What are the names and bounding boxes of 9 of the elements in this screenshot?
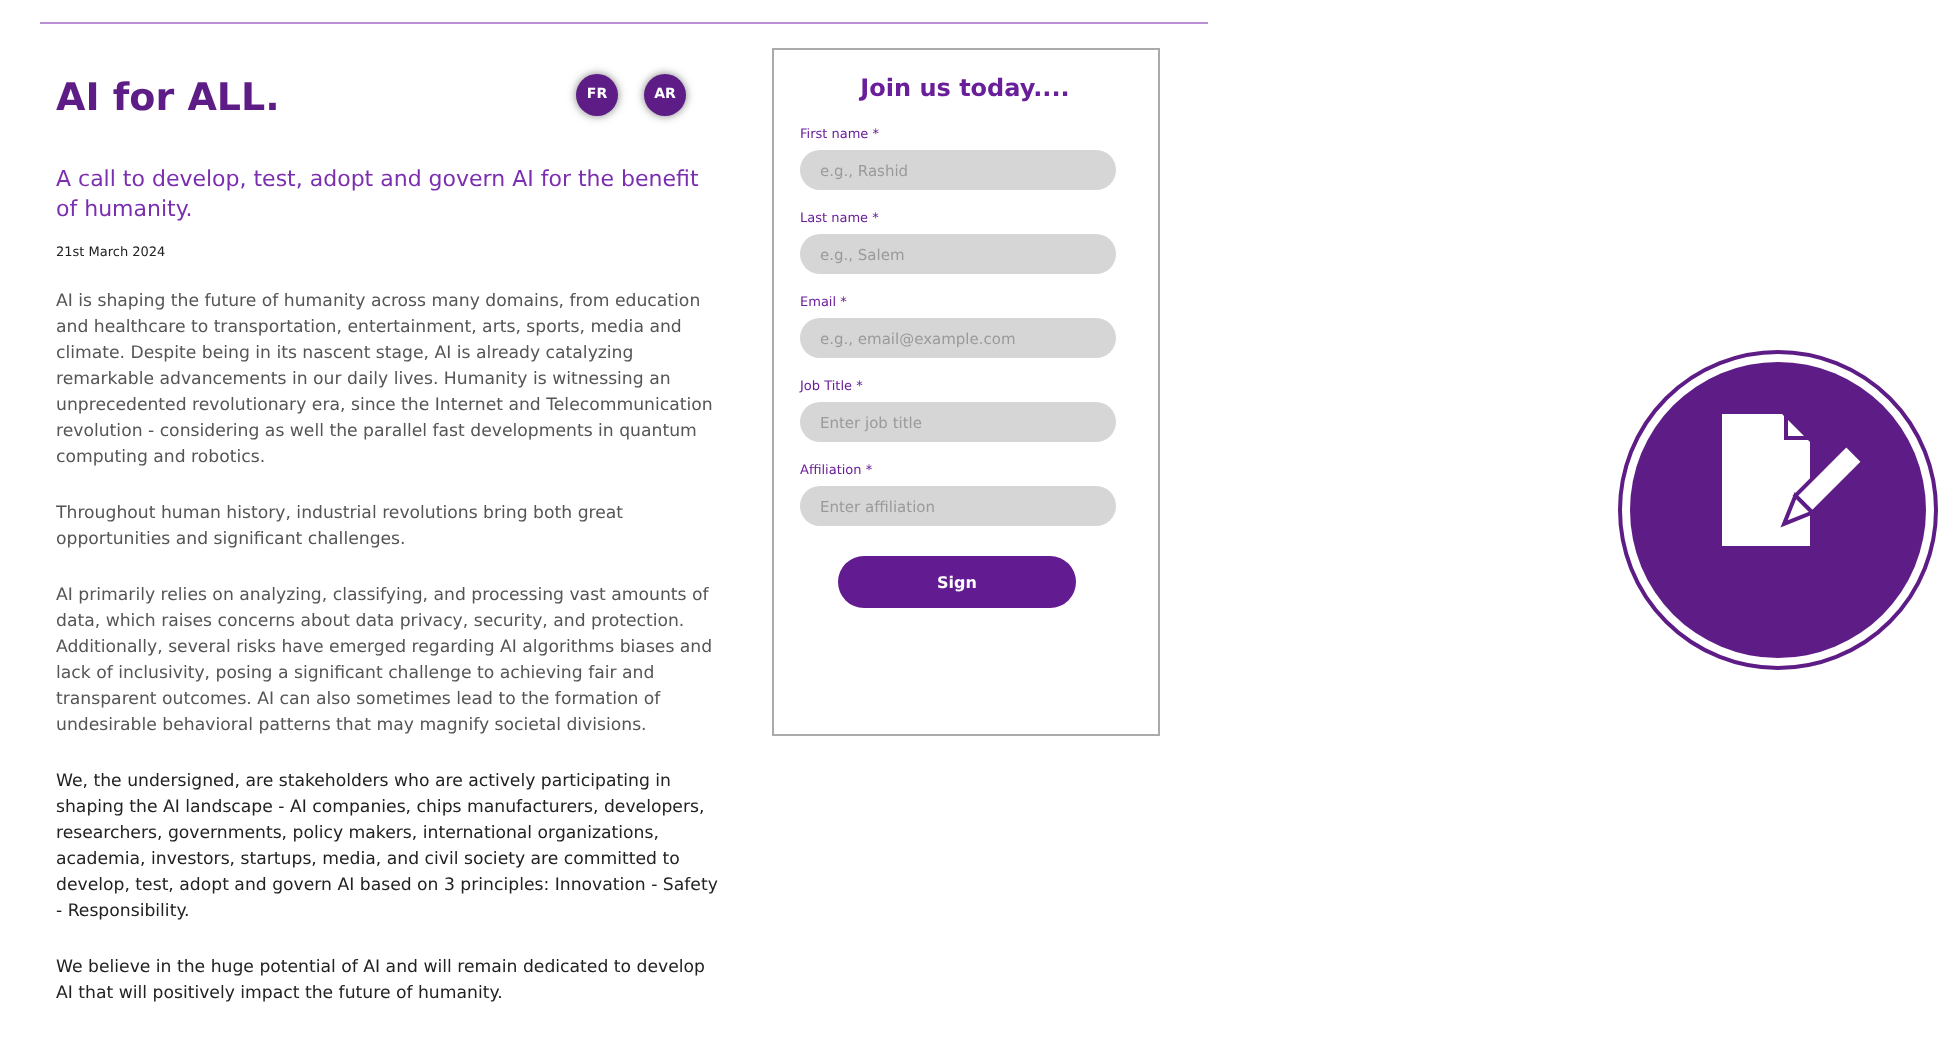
paragraph: We, the undersigned, are stakeholders who are actively participating in shaping the AI landscape - AI companies, chips manufacturers, developers, researchers, governments, policy makers, international organizations, academia, investors, startups, media, and civil society are committed to develop, test, adopt and govern AI based on 3 principles: Innovation - Safety - Responsibility.	[56, 770, 720, 926]
paragraph: AI is shaping the future of humanity across many domains, from education and healthcare to transportation, entertainment, arts, sports, media and climate. Despite being in its nascent stage, AI is already catalyzing remarkable advancements in our daily lives. Humanity is witnessing an unprecedented revolutionary era, since the Internet and Telecommunication revolution - considering as well the parallel fast developments in quantum computing and robotics.	[56, 290, 715, 472]
page-title: AI for ALL.	[56, 76, 280, 120]
paragraph: AI primarily relies on analyzing, classifying, and processing vast amounts of data, which raises concerns about data privacy, security, and protection. Additionally, several risks have emerged regarding AI algorithms biases and lack of inclusivity, posing a significant challenge to achieving fair and transparent outcomes. AI can also sometimes lead to the formation of undesirable behavioral patterns that may magnify societal divisions.	[56, 584, 715, 740]
sign-button[interactable]: Sign	[838, 556, 1076, 608]
form-title: Join us today....	[857, 74, 1072, 102]
paragraph: Throughout human history, industrial revolutions bring both great opportunities and significant challenges.	[56, 502, 626, 554]
paragraph: We believe in the huge potential of AI and will remain dedicated to develop AI that will positively impact the future of humanity.	[56, 956, 707, 1008]
subtitle: A call to develop, test, adopt and govern AI for the benefit of humanity.	[56, 164, 701, 224]
